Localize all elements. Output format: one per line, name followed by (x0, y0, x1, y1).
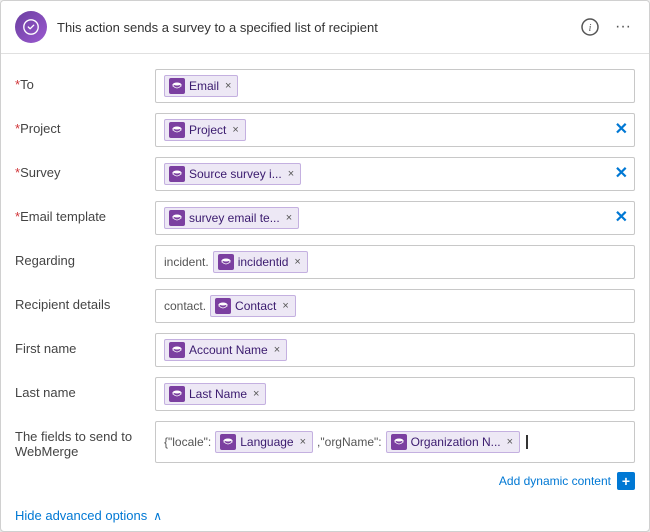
token-project: Project × (164, 119, 246, 141)
db-icon-language (220, 434, 236, 450)
token-org-name: Organization N... × (386, 431, 520, 453)
token-incidentid-close[interactable]: × (294, 257, 300, 268)
token-email-template: survey email te... × (164, 207, 299, 229)
fields-body: *To Email × *Project Project (1, 54, 649, 500)
db-icon-first-name (169, 342, 185, 358)
token-last-name-close[interactable]: × (253, 389, 259, 400)
field-project: *Project Project × ✕ (1, 108, 649, 152)
token-account-name-close[interactable]: × (274, 345, 280, 356)
clear-survey-button[interactable]: ✕ (615, 166, 628, 182)
token-account-name-text: Account Name (189, 343, 268, 357)
label-email-template: *Email template (15, 201, 145, 224)
token-language-close[interactable]: × (300, 437, 306, 448)
db-icon-regarding (218, 254, 234, 270)
regarding-prefix: incident. (164, 254, 209, 270)
input-regarding[interactable]: incident. incidentid × (155, 245, 635, 279)
webmerge-prefix: {"locale": (164, 434, 211, 450)
required-star: * (15, 77, 20, 92)
info-button[interactable]: i (577, 16, 603, 38)
header-title: This action sends a survey to a specifie… (57, 20, 567, 35)
db-icon-email-template (169, 210, 185, 226)
recipient-prefix: contact. (164, 298, 206, 314)
db-icon-project (169, 122, 185, 138)
token-survey-close[interactable]: × (288, 169, 294, 180)
footer-row: Add dynamic content + (1, 468, 649, 494)
label-webmerge: The fields to send to WebMerge (15, 421, 145, 459)
token-last-name: Last Name × (164, 383, 266, 405)
svg-text:i: i (589, 23, 592, 34)
advanced-row: Hide advanced options ∧ (1, 500, 649, 531)
token-last-name-text: Last Name (189, 387, 247, 401)
header-actions: i ··· (577, 16, 635, 38)
clear-email-template-button[interactable]: ✕ (615, 210, 628, 226)
label-first-name: First name (15, 333, 145, 356)
token-project-close[interactable]: × (232, 125, 238, 136)
input-project[interactable]: Project × ✕ (155, 113, 635, 147)
token-incidentid: incidentid × (213, 251, 308, 273)
db-icon-survey (169, 166, 185, 182)
db-icon-org (391, 434, 407, 450)
db-icon-email (169, 78, 185, 94)
field-regarding: Regarding incident. incidentid × (1, 240, 649, 284)
field-survey: *Survey Source survey i... × ✕ (1, 152, 649, 196)
token-incidentid-text: incidentid (238, 255, 289, 269)
token-survey: Source survey i... × (164, 163, 301, 185)
field-to: *To Email × (1, 64, 649, 108)
token-email-template-text: survey email te... (189, 211, 280, 225)
token-email-close[interactable]: × (225, 81, 231, 92)
action-card: This action sends a survey to a specifie… (0, 0, 650, 532)
label-project: *Project (15, 113, 145, 136)
token-language-text: Language (240, 435, 293, 449)
field-recipient-details: Recipient details contact. Contact × (1, 284, 649, 328)
token-contact-text: Contact (235, 299, 276, 313)
token-contact: Contact × (210, 295, 296, 317)
input-survey[interactable]: Source survey i... × ✕ (155, 157, 635, 191)
field-webmerge: The fields to send to WebMerge {"locale"… (1, 416, 649, 468)
token-survey-text: Source survey i... (189, 167, 282, 181)
add-dynamic-plus-button[interactable]: + (617, 472, 635, 490)
field-last-name: Last name Last Name × (1, 372, 649, 416)
chevron-up-icon: ∧ (153, 509, 162, 523)
more-icon: ··· (615, 18, 631, 36)
input-webmerge[interactable]: {"locale": Language × ,"orgName": Organi… (155, 421, 635, 463)
token-org-name-close[interactable]: × (507, 437, 513, 448)
field-first-name: First name Account Name × (1, 328, 649, 372)
input-recipient-details[interactable]: contact. Contact × (155, 289, 635, 323)
label-to: *To (15, 69, 145, 92)
input-email-template[interactable]: survey email te... × ✕ (155, 201, 635, 235)
label-last-name: Last name (15, 377, 145, 400)
token-org-name-text: Organization N... (411, 435, 501, 449)
token-language: Language × (215, 431, 313, 453)
clear-project-button[interactable]: ✕ (615, 122, 628, 138)
db-icon-last-name (169, 386, 185, 402)
label-survey: *Survey (15, 157, 145, 180)
card-header: This action sends a survey to a specifie… (1, 1, 649, 54)
webmerge-mid: ,"orgName": (317, 434, 382, 450)
input-to[interactable]: Email × (155, 69, 635, 103)
webmerge-cursor (526, 435, 528, 449)
token-email: Email × (164, 75, 238, 97)
action-icon (15, 11, 47, 43)
input-first-name[interactable]: Account Name × (155, 333, 635, 367)
hide-advanced-button[interactable]: Hide advanced options (15, 508, 147, 523)
token-email-text: Email (189, 79, 219, 93)
token-contact-close[interactable]: × (282, 301, 288, 312)
input-last-name[interactable]: Last Name × (155, 377, 635, 411)
label-recipient-details: Recipient details (15, 289, 145, 312)
token-email-template-close[interactable]: × (286, 213, 292, 224)
db-icon-contact (215, 298, 231, 314)
label-regarding: Regarding (15, 245, 145, 268)
field-email-template: *Email template survey email te... × ✕ (1, 196, 649, 240)
more-button[interactable]: ··· (611, 16, 635, 38)
add-dynamic-button[interactable]: Add dynamic content (499, 474, 611, 488)
token-account-name: Account Name × (164, 339, 287, 361)
token-project-text: Project (189, 123, 226, 137)
